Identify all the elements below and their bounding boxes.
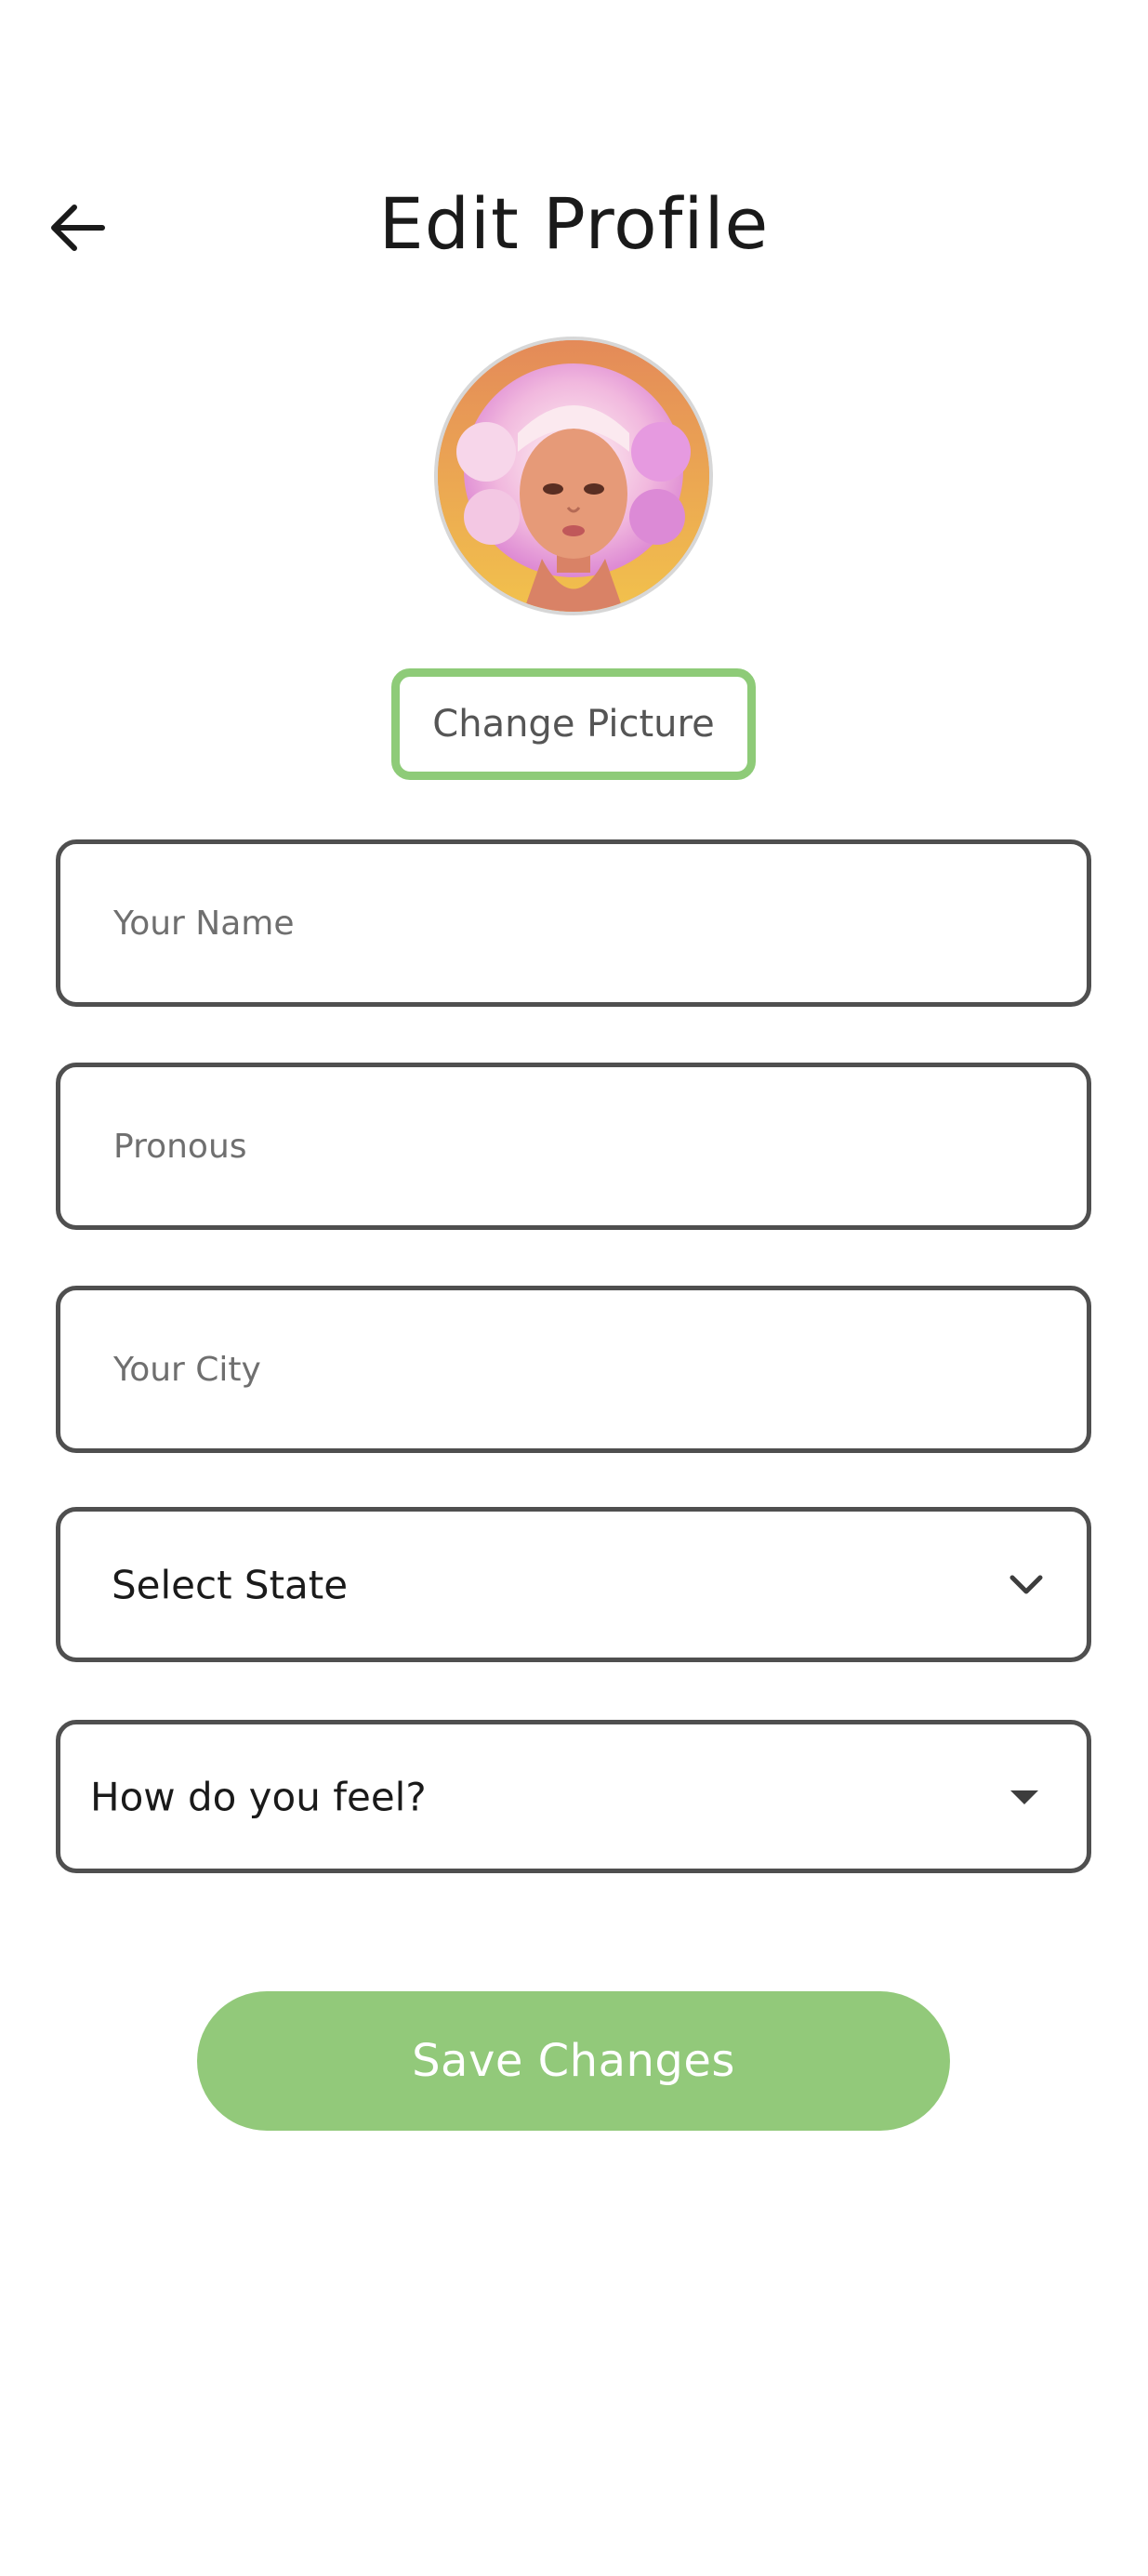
pronouns-input[interactable] (112, 1067, 1049, 1225)
city-input[interactable] (112, 1290, 1049, 1448)
avatar-illustration (438, 340, 709, 612)
chevron-down-icon (1009, 1575, 1043, 1593)
save-changes-button[interactable]: Save Changes (197, 1991, 950, 2131)
change-picture-button[interactable]: Change Picture (391, 668, 756, 780)
caret-down-icon (1010, 1790, 1038, 1804)
page-title: Edit Profile (378, 182, 770, 265)
feel-select[interactable]: How do you feel? (56, 1720, 1091, 1873)
state-select-value: Select State (112, 1562, 349, 1607)
feel-select-value: How do you feel? (90, 1774, 427, 1819)
city-field[interactable] (56, 1286, 1091, 1453)
header: Edit Profile (0, 167, 1148, 288)
name-field[interactable] (56, 839, 1091, 1007)
pronouns-field[interactable] (56, 1063, 1091, 1230)
avatar (434, 337, 713, 615)
state-select[interactable]: Select State (56, 1507, 1091, 1662)
name-input[interactable] (112, 844, 1049, 1002)
